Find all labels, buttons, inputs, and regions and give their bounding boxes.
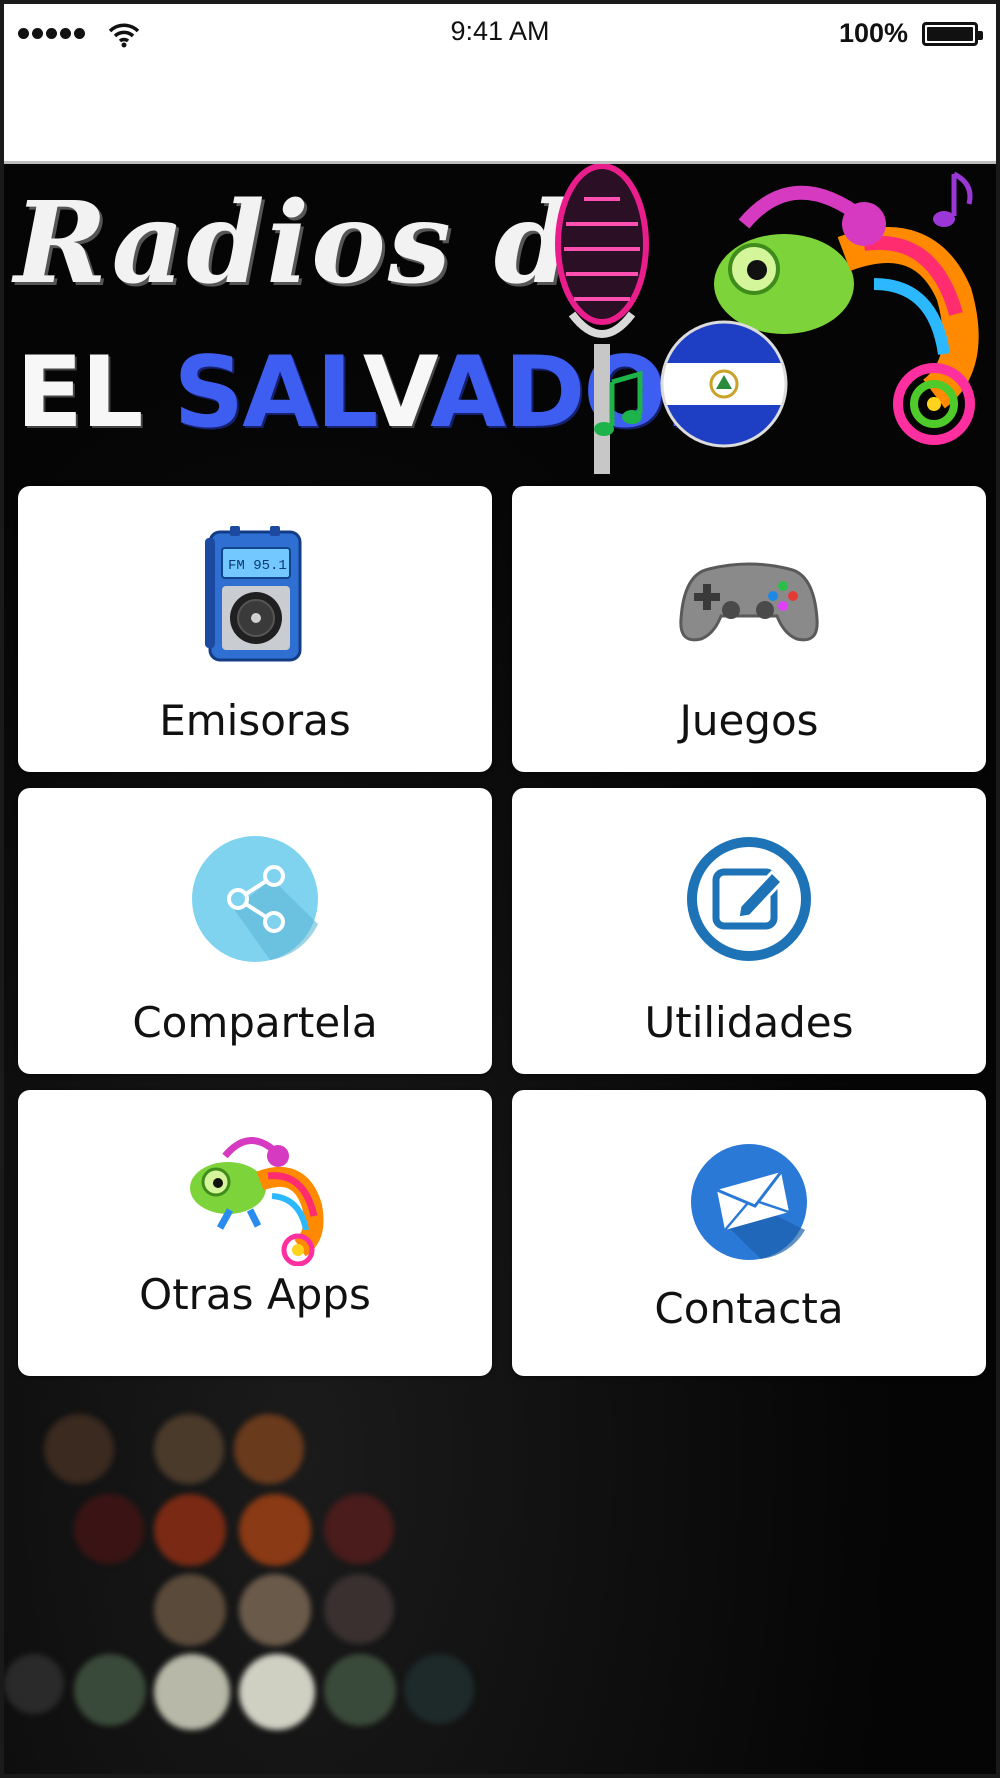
menu-compartela-button[interactable]: Compartela	[18, 788, 492, 1074]
menu-emisoras-button[interactable]: FM 95.1 Emisoras	[18, 486, 492, 772]
menu-juegos-label: Juegos	[679, 696, 819, 745]
el-salvador-flag-icon	[660, 320, 788, 448]
app-banner: Radios de EL SALVADOR	[4, 164, 996, 474]
gamepad-icon	[512, 524, 986, 664]
menu-otras-apps-label: Otras Apps	[139, 1270, 371, 1319]
radio-icon: FM 95.1	[18, 524, 492, 664]
bokeh-light	[154, 1414, 224, 1484]
battery-percentage: 100%	[838, 18, 908, 48]
banner-title-part: EL	[16, 336, 174, 450]
mail-icon	[512, 1142, 986, 1282]
menu-utilidades-label: Utilidades	[644, 998, 854, 1047]
menu-contacta-button[interactable]: Contacta	[512, 1090, 986, 1376]
edit-icon	[512, 826, 986, 966]
banner-title-part: SAL	[173, 336, 365, 450]
bokeh-light	[324, 1494, 394, 1564]
menu-juegos-button[interactable]: Juegos	[512, 486, 986, 772]
banner-artwork	[555, 164, 979, 474]
menu-contacta-label: Contacta	[654, 1284, 844, 1333]
bokeh-light	[234, 1414, 304, 1484]
menu-emisoras-label: Emisoras	[159, 696, 351, 745]
bokeh-light	[74, 1654, 146, 1726]
bokeh-light	[4, 1654, 64, 1714]
menu-compartela-label: Compartela	[132, 998, 378, 1047]
bokeh-light	[154, 1574, 226, 1646]
svg-text:FM 95.1: FM 95.1	[228, 558, 287, 574]
menu-otras-apps-button[interactable]: Otras Apps	[18, 1090, 492, 1376]
battery-icon	[922, 22, 983, 46]
phone-screen: 9:41 AM 100% Radios de EL SALVADOR FM 95…	[0, 0, 1000, 1778]
bokeh-light	[44, 1414, 114, 1484]
status-bar: 9:41 AM 100%	[4, 4, 996, 164]
bokeh-light	[239, 1574, 311, 1646]
bokeh-light	[74, 1494, 144, 1564]
bokeh-light	[154, 1654, 230, 1730]
bokeh-light	[154, 1494, 226, 1566]
bokeh-light	[239, 1654, 315, 1730]
bokeh-light	[324, 1574, 394, 1644]
bokeh-light	[404, 1654, 474, 1724]
bokeh-light	[239, 1494, 311, 1566]
bokeh-light	[324, 1654, 396, 1726]
share-icon	[18, 826, 492, 966]
banner-title-part: V	[362, 336, 432, 450]
menu-utilidades-button[interactable]: Utilidades	[512, 788, 986, 1074]
chameleon-icon	[18, 1126, 492, 1266]
